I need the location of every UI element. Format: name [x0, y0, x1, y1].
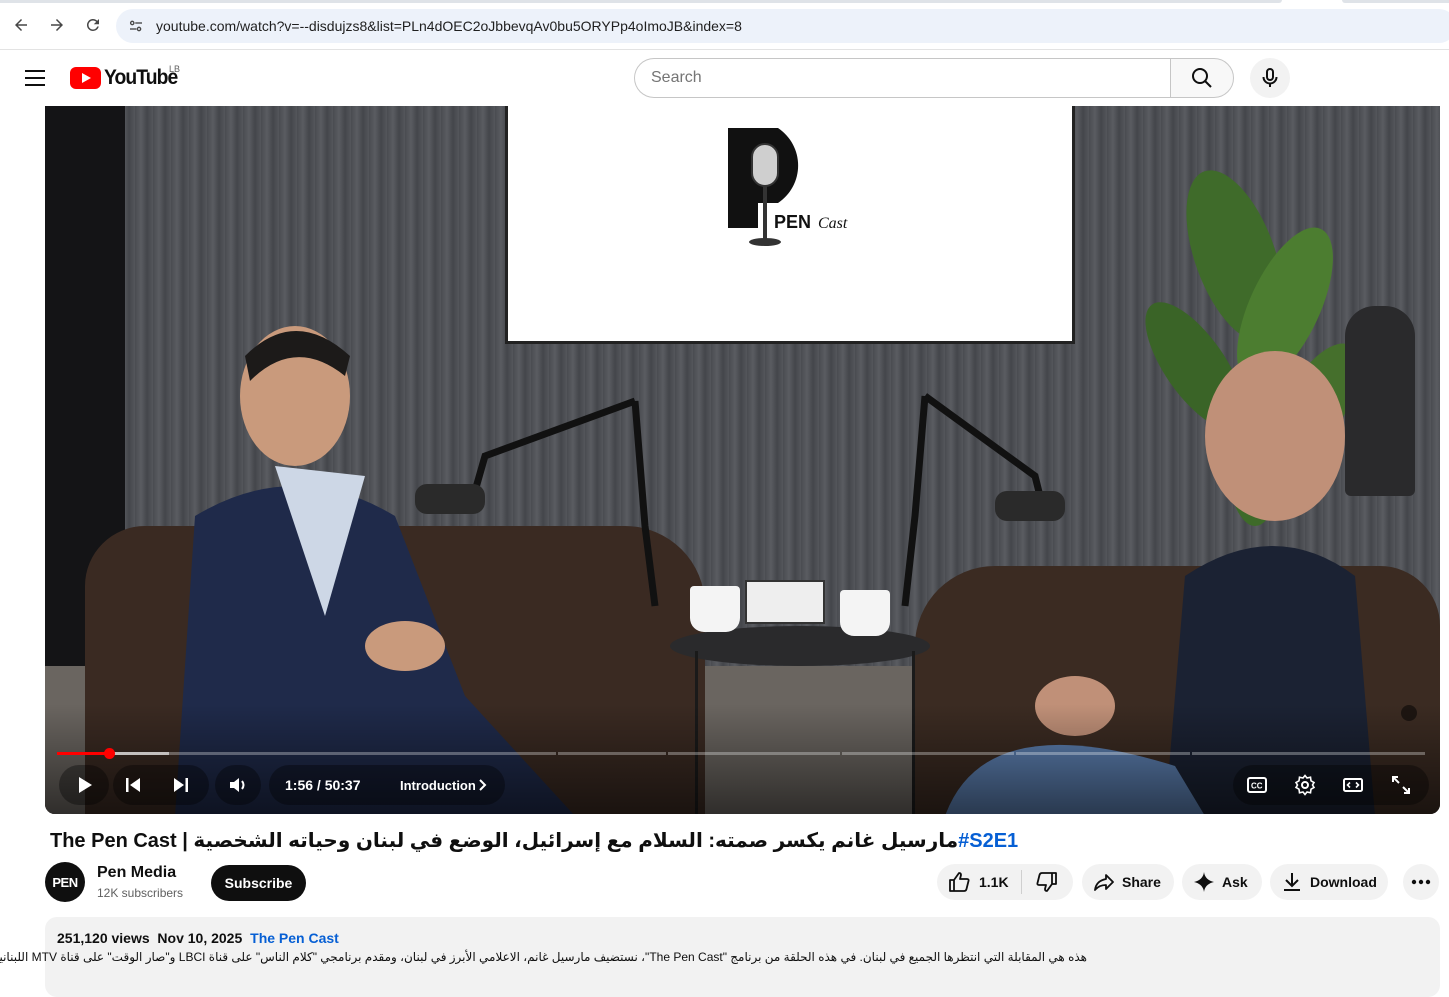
title-hashtag[interactable]: #S2E1: [958, 830, 1018, 852]
tab-strip-segment: [1342, 0, 1449, 3]
play-button[interactable]: [68, 769, 100, 801]
chapter-segment[interactable]: [841, 752, 1014, 755]
address-bar[interactable]: youtube.com/watch?v=--disdujzs8&list=PLn…: [116, 9, 1449, 43]
volume-icon: [230, 778, 245, 792]
arrow-left-icon: [15, 19, 27, 31]
ask-label: Ask: [1222, 874, 1248, 890]
gear-icon: [1294, 774, 1316, 796]
share-icon: [1094, 874, 1114, 891]
mug-right: [840, 590, 890, 636]
sparkle-icon: [1194, 872, 1214, 892]
arrow-right-icon: [51, 19, 63, 31]
chapter-segment[interactable]: [558, 752, 667, 755]
book-stack: [745, 580, 825, 624]
chapter-segment[interactable]: [1015, 752, 1191, 755]
reload-icon: [86, 18, 99, 31]
forward-button[interactable]: [44, 12, 70, 38]
reload-button[interactable]: [80, 12, 106, 38]
previous-button[interactable]: [117, 769, 149, 801]
play-icon: [79, 777, 92, 793]
youtube-masthead: YouTube LB: [0, 50, 1449, 106]
microphone-icon: [1262, 68, 1278, 87]
title-arabic: مارسيل غانم يكسر صمته: السلام مع إسرائيل…: [193, 830, 959, 852]
thumbs-down-icon: [1036, 872, 1057, 892]
back-button[interactable]: [8, 12, 34, 38]
settings-button[interactable]: [1289, 769, 1321, 801]
skip-previous-icon: [126, 778, 140, 792]
chevron-right-icon[interactable]: [475, 776, 491, 794]
country-code: LB: [169, 64, 181, 74]
download-icon: [1284, 873, 1300, 891]
voice-search-button[interactable]: [1250, 58, 1290, 98]
share-button[interactable]: Share: [1082, 864, 1174, 900]
ask-button[interactable]: Ask: [1182, 864, 1262, 900]
like-count: 1.1K: [979, 874, 1009, 890]
logo-wordmark: YouTube: [104, 66, 178, 89]
theater-mode-icon: [1343, 778, 1363, 792]
more-horizontal-icon: [1411, 879, 1431, 885]
browser-toolbar: youtube.com/watch?v=--disdujzs8&list=PLn…: [0, 0, 1449, 50]
svg-text:CC: CC: [1251, 782, 1263, 791]
subscribe-button[interactable]: Subscribe: [211, 865, 306, 901]
channel-name[interactable]: Pen Media: [97, 864, 176, 882]
subscriber-count: 12K subscribers: [97, 886, 184, 900]
closed-captions-icon: CC: [1247, 777, 1267, 793]
chapter-title[interactable]: Introduction: [400, 778, 476, 793]
search-box[interactable]: [634, 58, 1171, 98]
like-button[interactable]: 1.1K: [937, 870, 1021, 894]
tab-strip: [0, 0, 1449, 6]
channel-avatar[interactable]: PEN: [45, 862, 85, 902]
progress-bar[interactable]: [57, 752, 1427, 755]
video-title: The Pen Cast | مارسيل غانم يكسر صمته: ال…: [50, 828, 1018, 853]
progress-scrubber[interactable]: [104, 748, 115, 759]
search-input[interactable]: [651, 69, 1131, 87]
share-label: Share: [1122, 874, 1161, 890]
thumbs-up-icon: [949, 872, 970, 892]
next-button[interactable]: [165, 769, 197, 801]
description-text: هذه هي المقابلة التي انتظرها الجميع في ل…: [0, 950, 1087, 964]
description-meta: 251,120 views Nov 10, 2025 The Pen Cast: [57, 930, 339, 946]
download-button[interactable]: Download: [1270, 864, 1388, 900]
search-icon: [1192, 68, 1212, 88]
mug-left: [690, 586, 740, 632]
site-settings-icon[interactable]: [127, 17, 145, 35]
description-box[interactable]: 251,120 views Nov 10, 2025 The Pen Cast …: [0, 917, 1440, 997]
search-button[interactable]: [1170, 58, 1234, 98]
chapter-segment[interactable]: [1192, 752, 1426, 755]
fullscreen-icon: [1392, 776, 1410, 794]
skip-next-icon: [174, 778, 188, 792]
chapter-segment[interactable]: [668, 752, 840, 755]
playlist-link[interactable]: The Pen Cast: [250, 930, 339, 946]
youtube-logo[interactable]: YouTube: [70, 66, 184, 90]
progress-buffered: [109, 752, 169, 755]
title-prefix: The Pen Cast |: [50, 830, 194, 852]
like-dislike-group: 1.1K: [937, 864, 1073, 900]
url-text[interactable]: youtube.com/watch?v=--disdujzs8&list=PLn…: [156, 18, 742, 34]
captions-button[interactable]: CC: [1241, 769, 1273, 801]
theater-mode-button[interactable]: [1337, 769, 1369, 801]
video-player[interactable]: PEN Cast 1:56 / 50:37 Introduction CC: [45, 106, 1440, 814]
fullscreen-button[interactable]: [1385, 769, 1417, 801]
time-display: 1:56 / 50:37: [285, 777, 361, 793]
progress-played: [57, 752, 109, 755]
upload-date: Nov 10, 2025: [157, 930, 243, 946]
dislike-button[interactable]: [1022, 870, 1072, 894]
youtube-play-icon: [70, 67, 101, 89]
more-actions-button[interactable]: [1403, 864, 1439, 900]
mute-button[interactable]: [222, 769, 254, 801]
guide-menu-button[interactable]: [18, 62, 52, 94]
hamburger-icon: [25, 70, 45, 86]
view-count: 251,120 views: [57, 930, 150, 946]
download-label: Download: [1310, 874, 1377, 890]
tab-strip-segment: [0, 0, 1282, 3]
